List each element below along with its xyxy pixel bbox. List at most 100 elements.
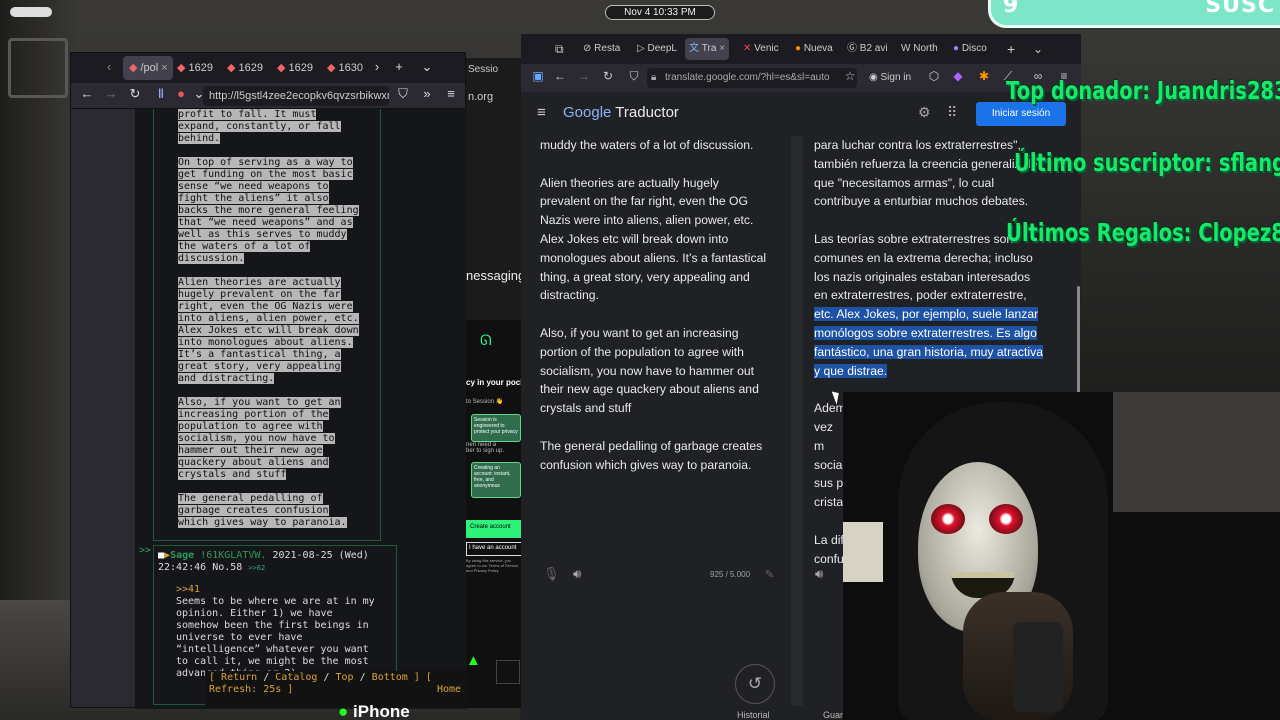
translate-favicon-icon: 文	[689, 43, 699, 54]
session-url-fragment: n.org	[468, 91, 494, 103]
reply-quote-link[interactable]: >>41	[176, 584, 376, 596]
settings-gear-icon[interactable]: ⚙	[918, 104, 931, 121]
session-heading: nessaging	[466, 268, 522, 283]
tab-list-icon[interactable]: ⌄	[417, 59, 437, 75]
tab-favicon-icon: ◆	[129, 62, 138, 74]
post-number[interactable]: No.58	[212, 562, 242, 573]
catalog-link[interactable]: Catalog	[275, 672, 317, 683]
translation-paragraph: La dif confu	[814, 532, 844, 566]
tab-scroll-left-icon[interactable]: ‹	[99, 59, 119, 74]
menu-icon[interactable]: ≡	[441, 86, 461, 101]
gt-navbar: ▣ ← → ↻ ⛉ 🔒︎ translate.google.com/?hl=es&…	[521, 64, 1081, 92]
gt-url-bar[interactable]: 🔒︎ translate.google.com/?hl=es&sl=auto	[647, 68, 857, 88]
session-privacy-text: cy in your pocke	[466, 378, 522, 387]
shield-icon[interactable]: ⛉	[393, 86, 413, 102]
tor-tab[interactable]: ◆ 1629	[271, 56, 321, 80]
source-paragraph: The general pedalling of garbage creates…	[540, 438, 763, 472]
bottom-link[interactable]: Bottom	[372, 672, 408, 683]
selected-translation-text: etc. Alex Jokes, por ejemplo, suele lanz…	[814, 307, 1043, 378]
tab-overview-icon[interactable]: ⧉	[555, 38, 564, 60]
reply-header: ■▶Sage !61KGLATVW. 2021-08-25 (Wed) 22:4…	[158, 550, 394, 574]
onion-icon[interactable]: ●	[171, 86, 191, 101]
session-tab-label[interactable]: Sessio	[468, 64, 498, 75]
edit-pencil-icon[interactable]: ✎	[765, 568, 774, 581]
panel-divider	[791, 136, 803, 706]
back-icon[interactable]: ←	[551, 69, 569, 83]
tor-circuit-icon[interactable]: Ⅱ	[151, 86, 171, 102]
google-translate-logo[interactable]: Google Traductor	[563, 104, 679, 121]
speaker-icon[interactable]: 🔊︎	[815, 566, 823, 582]
gt-tab[interactable]: W North	[901, 38, 938, 60]
sign-in-button[interactable]: ◉ Sign in	[869, 68, 921, 88]
lock-icon: 🔒︎	[651, 72, 657, 83]
post-paragraph: profit to fall. It must expand, constant…	[178, 109, 341, 144]
subscriber-banner: 9 SUSC	[988, 0, 1280, 28]
extensions-icon[interactable]: ⬡	[925, 69, 943, 83]
reload-icon[interactable]: ↻	[125, 86, 145, 102]
tab-label: Nueva	[803, 43, 833, 54]
tab-label: 1630	[338, 62, 363, 74]
gt-tab[interactable]: Ⓖ B2 avi	[847, 38, 888, 60]
tor-tab[interactable]: ◆ 1629	[221, 56, 271, 80]
extension-icon[interactable]: ◆	[949, 69, 967, 83]
tab-favicon-icon: ◆	[227, 62, 236, 74]
tab-scroll-right-icon[interactable]: ›	[367, 59, 387, 74]
new-tab-icon[interactable]: +	[389, 59, 409, 74]
sidebar-icon[interactable]: ▣	[529, 69, 547, 83]
gt-tab[interactable]: ⊘ Resta	[583, 38, 620, 60]
gt-tab-active[interactable]: 文 Tra ×	[685, 38, 730, 60]
wikipedia-icon: W	[901, 43, 911, 54]
tab-label: Disco	[961, 43, 987, 54]
gt-tab[interactable]: ▷ DeepL	[637, 38, 677, 60]
gt-tab[interactable]: ✕ Venic	[743, 38, 779, 60]
source-text-panel[interactable]: muddy the waters of a lot of discussion.…	[540, 136, 770, 604]
extension-icon[interactable]: ✱	[975, 69, 993, 83]
forward-icon[interactable]: →	[101, 86, 121, 101]
tor-tab[interactable]: ◆ 1630	[321, 56, 371, 80]
home-link[interactable]: Home	[437, 684, 461, 696]
close-icon[interactable]: ×	[161, 62, 167, 74]
create-account-button[interactable]: Create account	[466, 520, 522, 538]
gt-tab[interactable]: ● Disco	[953, 38, 987, 60]
reload-icon[interactable]: ↻	[599, 69, 617, 83]
gt-tab[interactable]: ● Nueva	[795, 38, 833, 60]
scrollbar[interactable]	[1077, 286, 1080, 396]
have-account-button[interactable]: I have an account	[466, 542, 522, 556]
refresh-value[interactable]: 25s	[263, 684, 281, 695]
webcam-background	[1113, 392, 1280, 512]
post-time: 22:42:46	[158, 562, 207, 573]
microphone-icon[interactable]: 🎙︎	[543, 566, 560, 582]
discord-icon: ●	[953, 43, 960, 54]
login-button[interactable]: Iniciar sesión	[976, 102, 1066, 126]
thread-post: profit to fall. It must expand, constant…	[153, 109, 381, 541]
history-icon[interactable]: ↺	[735, 664, 775, 704]
close-icon[interactable]: ×	[719, 43, 725, 54]
tor-tab-active[interactable]: ◆/pol ×	[123, 56, 173, 80]
apple-icon: ●	[338, 702, 349, 720]
post-paragraph: On top of serving as a way to get fundin…	[178, 157, 359, 264]
overflow-icon[interactable]: »	[417, 86, 437, 101]
session-tag: to Session 👋	[466, 399, 504, 405]
tab-label: /pol	[140, 62, 159, 74]
tab-favicon-icon: Ⓖ	[847, 43, 857, 54]
forward-icon[interactable]: →	[575, 69, 593, 83]
new-tab-icon[interactable]: +	[1007, 38, 1015, 60]
app-thumbnail	[496, 660, 520, 684]
hamburger-icon[interactable]: ≡	[537, 104, 546, 121]
top-link[interactable]: Top	[336, 672, 354, 683]
tor-browser-window: ‹ ◆/pol × ◆ 1629 ◆ 1629 ◆ 1629 ◆ 1630 › + ⌄ …	[70, 52, 471, 709]
tor-tab[interactable]: ◆ 1629	[171, 56, 221, 80]
speaker-icon[interactable]: 🔊︎	[573, 566, 581, 582]
apps-grid-icon[interactable]: ⠿	[947, 104, 957, 121]
shield-icon[interactable]: ⛉	[625, 69, 643, 84]
tab-list-icon[interactable]: ⌄	[1033, 38, 1043, 60]
activities-pill[interactable]	[10, 7, 52, 17]
webcam-eye-left	[931, 504, 965, 534]
post-backlink[interactable]: >>62	[248, 564, 265, 572]
system-clock[interactable]: Nov 4 10:33 PM	[605, 5, 715, 20]
bookmark-star-icon[interactable]: ☆	[841, 69, 859, 83]
tor-url-bar[interactable]: http://l5gstl4zee2ecopkv6qvzsrbikwxnejp	[203, 86, 389, 106]
tab-label: Resta	[594, 43, 621, 54]
return-link[interactable]: Return	[221, 672, 257, 683]
back-icon[interactable]: ←	[77, 86, 97, 101]
